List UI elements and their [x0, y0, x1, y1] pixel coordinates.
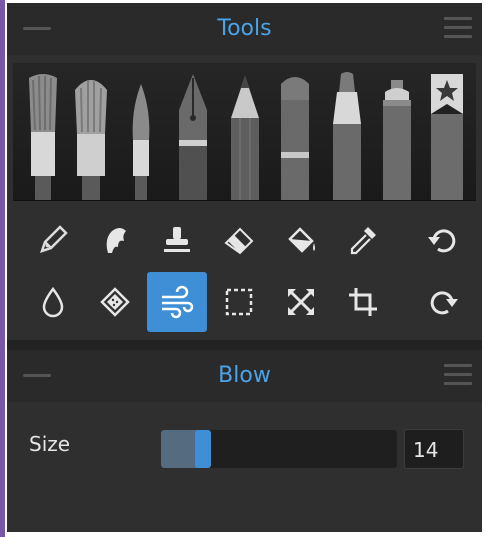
tools-row-1 [13, 210, 476, 270]
tools-row-2 [13, 272, 476, 332]
panel-title: Blow [218, 363, 271, 388]
water-drop-tool-icon[interactable] [23, 272, 83, 332]
size-slider-thumb[interactable] [195, 430, 211, 468]
undo-icon[interactable] [413, 210, 473, 270]
brush-strip [13, 63, 476, 201]
fill-bucket-tool-icon[interactable] [271, 210, 331, 270]
favorites-bookmark-icon[interactable] [427, 70, 467, 200]
marker-icon[interactable] [275, 70, 315, 200]
size-value-field[interactable]: 14 [404, 429, 464, 469]
window-edge [0, 0, 5, 537]
eyedropper-tool-icon[interactable] [333, 210, 393, 270]
panel-title: Tools [217, 16, 272, 41]
hamburger-menu-icon[interactable] [444, 364, 472, 386]
panel-divider [7, 340, 482, 350]
felt-tip-icon[interactable] [327, 70, 367, 200]
smudge-tool-icon[interactable] [85, 210, 145, 270]
round-brush-icon[interactable] [121, 70, 161, 200]
tools-panel: Tools [7, 3, 482, 340]
spray-can-icon[interactable] [377, 70, 417, 200]
wide-brush-icon[interactable] [71, 70, 111, 200]
selection-tool-icon[interactable] [209, 272, 269, 332]
eraser-tool-icon[interactable] [209, 210, 269, 270]
transform-tool-icon[interactable] [271, 272, 331, 332]
size-slider[interactable] [161, 430, 397, 468]
hamburger-menu-icon[interactable] [444, 17, 472, 39]
app-window: Tools Blow Size 14 [0, 0, 486, 537]
blow-panel-header[interactable]: Blow [7, 350, 482, 402]
redo-icon[interactable] [413, 272, 473, 332]
texture-patch-tool-icon[interactable] [85, 272, 145, 332]
tools-panel-header[interactable]: Tools [7, 3, 482, 55]
pencil-icon[interactable] [225, 70, 265, 200]
stamp-tool-icon[interactable] [147, 210, 207, 270]
crop-tool-icon[interactable] [333, 272, 393, 332]
pen-nib-icon[interactable] [173, 70, 213, 200]
flat-brush-icon[interactable] [23, 70, 63, 200]
blow-panel: Blow Size 14 [7, 350, 482, 532]
blow-tool-icon[interactable] [147, 272, 207, 332]
eraser-pencil-tool-icon[interactable] [23, 210, 83, 270]
size-label: Size [29, 432, 71, 456]
